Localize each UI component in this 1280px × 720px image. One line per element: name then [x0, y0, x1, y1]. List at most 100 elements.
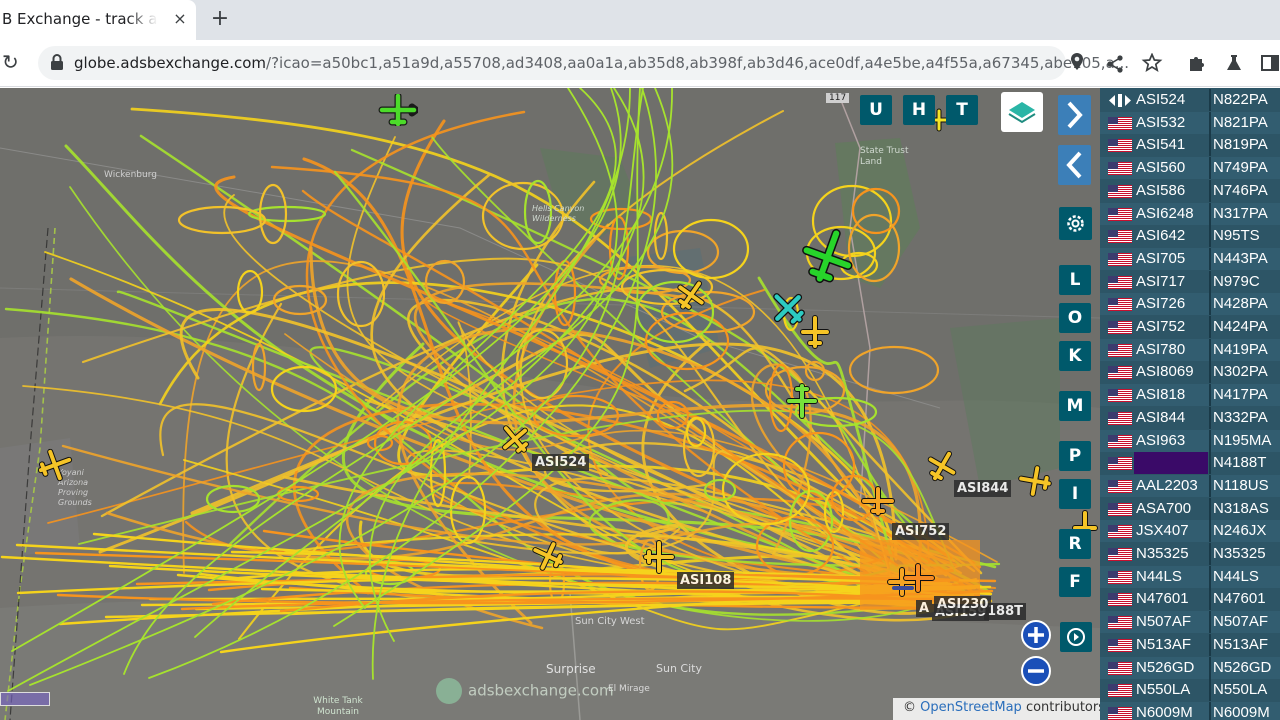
aircraft-callsign: ASI726 — [1136, 295, 1186, 313]
aircraft-icon[interactable] — [378, 94, 418, 126]
browser-tab[interactable]: B Exchange - track aircraft × — [0, 0, 196, 40]
aircraft-list-row[interactable]: JSX407 N246JX — [1100, 520, 1280, 543]
aircraft-list-row[interactable]: N6009M N6009M — [1100, 701, 1280, 720]
us-flag-icon — [1108, 366, 1132, 380]
map-button-u[interactable]: U — [860, 95, 892, 125]
settings-button[interactable] — [1059, 207, 1092, 240]
zoom-out-button[interactable] — [1021, 656, 1051, 686]
us-flag-icon — [1108, 116, 1132, 130]
us-flag-icon — [1108, 275, 1132, 289]
zoom-in-button[interactable] — [1021, 620, 1051, 650]
aircraft-registration: N749PA — [1213, 159, 1268, 177]
map-view[interactable]: State Trust Land Hells Canyon Wilderness… — [0, 88, 1100, 720]
extensions-icon[interactable] — [1186, 53, 1208, 73]
aircraft-list-row[interactable]: ASI780 N419PA — [1100, 338, 1280, 361]
aircraft-list-row[interactable]: ASI963 N195MA — [1100, 429, 1280, 452]
aircraft-list-row[interactable]: ASI6248 N317PA — [1100, 202, 1280, 225]
aircraft-icon[interactable] — [786, 382, 818, 420]
reload-icon[interactable]: ↻ — [2, 50, 19, 74]
map-button-r[interactable]: R — [1059, 529, 1091, 559]
omnibox[interactable]: globe.adsbexchange.com/?icao=a50bc1,a51a… — [38, 46, 1129, 80]
close-tab-icon[interactable]: × — [170, 9, 190, 28]
column-divider — [1209, 179, 1211, 202]
aircraft-icon[interactable] — [860, 486, 896, 516]
new-tab-button[interactable]: + — [208, 6, 232, 31]
gear-icon — [1067, 215, 1084, 232]
aircraft-list-row[interactable]: ASI586 N746PA — [1100, 179, 1280, 202]
bookmark-star-icon[interactable] — [1141, 53, 1163, 73]
aircraft-list-row[interactable]: N4188T — [1100, 452, 1280, 475]
aircraft-icon[interactable] — [36, 448, 74, 482]
aircraft-icon-cluster[interactable] — [884, 562, 940, 602]
osm-link[interactable]: OpenStreetMap — [920, 700, 1022, 715]
location-pin-icon[interactable] — [1070, 52, 1084, 72]
aircraft-label-asi524[interactable]: ASI524 — [532, 454, 590, 471]
aircraft-registration: N4188T — [1213, 454, 1267, 472]
aircraft-list-row[interactable]: N47601 N47601 — [1100, 588, 1280, 611]
aircraft-list-row[interactable]: ASI642 N95TS — [1100, 225, 1280, 248]
column-divider — [1209, 111, 1211, 134]
aircraft-icon[interactable] — [800, 314, 830, 350]
collapse-sidebar-button[interactable] — [1058, 145, 1091, 185]
aircraft-icon[interactable] — [926, 450, 958, 482]
aircraft-list-row[interactable]: ASI541 N819PA — [1100, 134, 1280, 157]
map-button-p[interactable]: P — [1059, 441, 1091, 471]
aircraft-list-panel[interactable]: ASI524 N822PA ASI532 N821PA ASI541 N819PA ASI5… — [1100, 88, 1280, 720]
aircraft-list-row[interactable]: ASI844 N332PA — [1100, 406, 1280, 429]
aircraft-label-asi752[interactable]: ASI752 — [892, 523, 950, 540]
aircraft-list-row[interactable]: N35325 N35325 — [1100, 543, 1280, 565]
map-button-l[interactable]: L — [1059, 265, 1091, 295]
aircraft-list-row[interactable]: ASI705 N443PA — [1100, 247, 1280, 270]
aircraft-callsign: JSX407 — [1136, 522, 1189, 540]
map-button-i[interactable]: I — [1059, 479, 1091, 509]
map-canvas[interactable] — [0, 88, 1100, 720]
lab-flask-icon[interactable] — [1223, 53, 1245, 73]
layers-button[interactable] — [1001, 92, 1043, 132]
map-button-k[interactable]: K — [1059, 341, 1091, 371]
aircraft-icon[interactable] — [498, 422, 532, 456]
aircraft-icon[interactable] — [1018, 464, 1052, 498]
aircraft-list-row[interactable]: ASI752 N424PA — [1100, 316, 1280, 338]
aircraft-registration: N526GD — [1213, 658, 1272, 676]
aircraft-list-row[interactable]: N513AF N513AF — [1100, 633, 1280, 656]
aircraft-list-row[interactable]: N507AF N507AF — [1100, 611, 1280, 634]
map-button-f[interactable]: F — [1059, 567, 1091, 597]
aircraft-list-row[interactable]: ASI726 N428PA — [1100, 293, 1280, 316]
map-button-t[interactable]: T — [946, 95, 978, 125]
aircraft-icon[interactable] — [530, 540, 566, 572]
aircraft-label-asi230[interactable]: ASI230 — [934, 596, 992, 613]
aircraft-list-row[interactable]: ASI8069 N302PA — [1100, 361, 1280, 384]
us-flag-icon — [1108, 207, 1132, 221]
lock-icon[interactable] — [50, 54, 64, 70]
aircraft-list-row[interactable]: ASI818 N417PA — [1100, 384, 1280, 407]
aircraft-callsign: N507AF — [1136, 613, 1192, 631]
map-button-h[interactable]: H — [903, 95, 935, 125]
column-divider — [1209, 384, 1211, 407]
aircraft-list-row[interactable]: ASA700 N318AS — [1100, 497, 1280, 520]
aircraft-icon[interactable] — [800, 228, 856, 284]
expand-sidebar-button[interactable] — [1058, 95, 1091, 135]
aircraft-list-row[interactable]: ASI524 N822PA — [1100, 89, 1280, 111]
aircraft-icon[interactable] — [674, 278, 708, 312]
share-icon[interactable] — [1104, 54, 1126, 74]
aircraft-icon[interactable] — [643, 538, 675, 576]
aircraft-label-a[interactable]: A — [916, 600, 933, 617]
url-text[interactable]: globe.adsbexchange.com/?icao=a50bc1,a51a… — [74, 54, 1129, 72]
aircraft-label-asi108[interactable]: ASI108 — [677, 572, 735, 589]
aircraft-list-row[interactable]: AAL2203 N118US — [1100, 474, 1280, 497]
aircraft-list-row[interactable]: ASI532 N821PA — [1100, 111, 1280, 134]
aircraft-list-row[interactable]: ASI717 N979C — [1100, 270, 1280, 293]
map-button-m[interactable]: M — [1059, 391, 1091, 421]
replay-button[interactable] — [1060, 622, 1092, 652]
aircraft-label-asi844[interactable]: ASI844 — [954, 480, 1012, 497]
aircraft-list-row[interactable]: N526GD N526GD — [1100, 656, 1280, 679]
aircraft-list-row[interactable]: ASI560 N749PA — [1100, 157, 1280, 180]
map-button-o[interactable]: O — [1059, 303, 1091, 333]
aircraft-list-row[interactable]: N550LA N550LA — [1100, 679, 1280, 702]
place-el-mirage: El Mirage — [608, 684, 650, 694]
us-flag-icon — [1108, 321, 1132, 334]
side-panel-icon[interactable] — [1259, 53, 1280, 73]
column-divider — [1209, 202, 1211, 225]
aircraft-list-row[interactable]: N44LS N44LS — [1100, 565, 1280, 588]
aircraft-callsign: N6009M — [1136, 703, 1193, 720]
